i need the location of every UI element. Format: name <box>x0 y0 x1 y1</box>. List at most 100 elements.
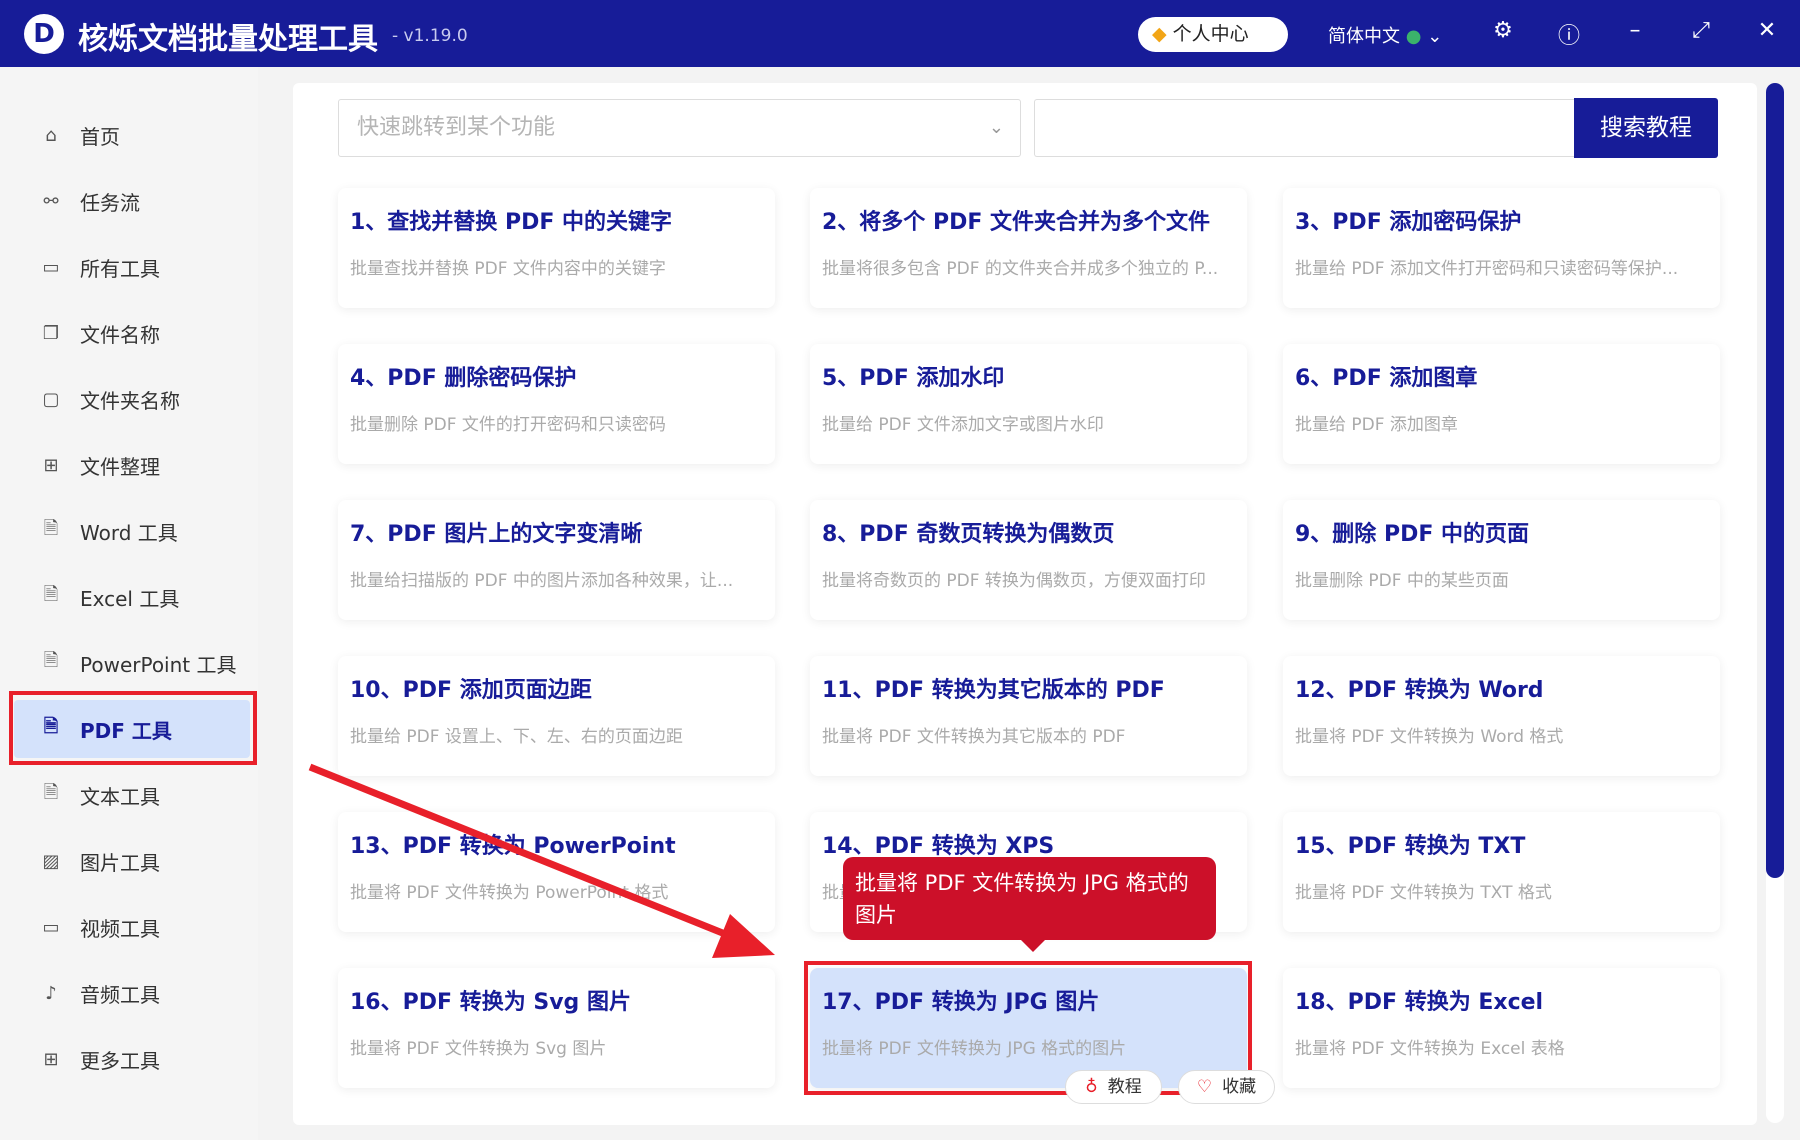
tutorial-button[interactable]: ♁教程 <box>1065 1070 1162 1104</box>
tool-card[interactable]: 6、PDF 添加图章批量给 PDF 添加图章 <box>1283 344 1720 464</box>
tool-card-title: 1、查找并替换 PDF 中的关键字 <box>350 204 763 236</box>
powerpoint-icon: 🗎 <box>38 648 64 678</box>
scrollbar[interactable] <box>1766 83 1784 1123</box>
heart-icon: ♡ <box>1197 1077 1212 1097</box>
minimize-icon[interactable]: – <box>1620 18 1650 43</box>
tool-card-title: 9、删除 PDF 中的页面 <box>1295 516 1708 548</box>
favorite-button[interactable]: ♡收藏 <box>1178 1070 1275 1104</box>
sidebar-item-11[interactable]: ▨图片工具 <box>14 832 250 890</box>
sidebar-item-label: 任务流 <box>80 187 140 216</box>
sidebar-item-7[interactable]: 🗎 Excel 工具 <box>14 568 250 626</box>
tool-card-title: 4、PDF 删除密码保护 <box>350 360 763 392</box>
tool-card[interactable]: 7、PDF 图片上的文字变清晰批量给扫描版的 PDF 中的图片添加各种效果，让.… <box>338 500 775 620</box>
tool-card-desc: 批量将 PDF 文件转换为其它版本的 PDF <box>822 722 1235 747</box>
tool-card[interactable]: 2、将多个 PDF 文件夹合并为多个文件批量将很多包含 PDF 的文件夹合并成多… <box>810 188 1247 308</box>
tool-card[interactable]: 18、PDF 转换为 Excel 批量将 PDF 文件转换为 Excel 表格 <box>1283 968 1720 1088</box>
vip-gem-icon: ◆ <box>1152 23 1167 45</box>
organize-icon: ⊞ <box>38 455 64 476</box>
language-label: 简体中文 <box>1328 26 1400 47</box>
tool-card-title: 7、PDF 图片上的文字变清晰 <box>350 516 763 548</box>
sidebar-item-4[interactable]: ▢ 文件夹名称 <box>14 370 250 428</box>
sidebar: ⌂首页⚯任务流▭所有工具❐文件名称▢文件夹名称⊞文件整理🗎Word 工具🗎Exc… <box>0 67 258 1140</box>
sidebar-item-label: 视频工具 <box>80 913 160 942</box>
close-icon[interactable]: ✕ <box>1752 18 1782 43</box>
settings-gear-icon[interactable]: ⚙ <box>1488 18 1518 43</box>
chevron-down-icon: ⌄ <box>989 100 1004 156</box>
tool-card-desc: 批量给 PDF 设置上、下、左、右的页面边距 <box>350 722 763 747</box>
tool-card[interactable]: 3、PDF 添加密码保护批量给 PDF 添加文件打开密码和只读密码等保护... <box>1283 188 1720 308</box>
tool-card[interactable]: 1、查找并替换 PDF 中的关键字批量查找并替换 PDF 文件内容中的关键字 <box>338 188 775 308</box>
sidebar-item-label: 文本工具 <box>80 781 160 810</box>
sidebar-item-13[interactable]: ♪音频工具 <box>14 964 250 1022</box>
tool-card-desc: 批量将 PDF 文件转换为 Excel 表格 <box>1295 1034 1708 1059</box>
search-tutorial-button[interactable]: 搜索教程 <box>1574 98 1718 158</box>
tool-card[interactable]: 15、PDF 转换为 TXT批量将 PDF 文件转换为 TXT 格式 <box>1283 812 1720 932</box>
globe-icon: ● <box>1406 26 1422 47</box>
annotation-highlight-box <box>9 691 257 765</box>
tutorial-search-input[interactable] <box>1034 99 1574 157</box>
tool-card[interactable]: 12、PDF 转换为 Word批量将 PDF 文件转换为 Word 格式 <box>1283 656 1720 776</box>
folder-icon: ▢ <box>38 389 64 410</box>
sidebar-item-label: Excel 工具 <box>80 583 179 612</box>
sidebar-item-label: 文件整理 <box>80 451 160 480</box>
user-center-button[interactable]: ◆个人中心 <box>1138 17 1288 52</box>
help-icon[interactable]: ⓘ <box>1554 18 1584 50</box>
sidebar-item-0[interactable]: ⌂首页 <box>14 106 250 164</box>
tool-card-desc: 批量将 PDF 文件转换为 PowerPoint 格式 <box>350 878 763 903</box>
tool-card-desc: 批量删除 PDF 中的某些页面 <box>1295 566 1708 591</box>
sidebar-item-6[interactable]: 🗎Word 工具 <box>14 502 250 560</box>
tool-card-title: 18、PDF 转换为 Excel <box>1295 984 1708 1016</box>
app-title: 核烁文档批量处理工具 <box>78 14 378 58</box>
tool-card-title: 8、PDF 奇数页转换为偶数页 <box>822 516 1235 548</box>
sidebar-item-1[interactable]: ⚯ 任务流 <box>14 172 250 230</box>
sidebar-item-label: 文件名称 <box>80 319 160 348</box>
chevron-down-icon: ⌄ <box>1427 26 1442 47</box>
tool-card[interactable]: 8、PDF 奇数页转换为偶数页批量将奇数页的 PDF 转换为偶数页，方便双面打印 <box>810 500 1247 620</box>
tool-card[interactable]: 9、删除 PDF 中的页面批量删除 PDF 中的某些页面 <box>1283 500 1720 620</box>
tool-card[interactable]: 5、PDF 添加水印批量给 PDF 文件添加文字或图片水印 <box>810 344 1247 464</box>
sidebar-item-label: 首页 <box>80 121 120 150</box>
tool-card[interactable]: 10、PDF 添加页面边距批量给 PDF 设置上、下、左、右的页面边距 <box>338 656 775 776</box>
monitor-icon: ▭ <box>38 257 64 278</box>
sidebar-item-label: 文件夹名称 <box>80 385 180 414</box>
sidebar-item-label: 音频工具 <box>80 979 160 1008</box>
tool-card-desc: 批量将 PDF 文件转换为 TXT 格式 <box>1295 878 1708 903</box>
tool-card-desc: 批量将 PDF 文件转换为 Svg 图片 <box>350 1034 763 1059</box>
maximize-icon[interactable]: ⤢ <box>1686 18 1716 43</box>
tooltip: 批量将 PDF 文件转换为 JPG 格式的图片 <box>843 857 1216 940</box>
app-logo: D <box>24 14 64 54</box>
tool-card-title: 3、PDF 添加密码保护 <box>1295 204 1708 236</box>
excel-icon: 🗎 <box>38 582 64 612</box>
sidebar-item-label: 图片工具 <box>80 847 160 876</box>
sidebar-item-label: PowerPoint 工具 <box>80 649 236 678</box>
dropdown-placeholder: 快速跳转到某个功能 <box>357 115 555 140</box>
language-selector[interactable]: 简体中文 ● ⌄ <box>1328 22 1442 48</box>
function-jump-dropdown[interactable]: 快速跳转到某个功能 ⌄ <box>338 99 1021 157</box>
sidebar-item-5[interactable]: ⊞ 文件整理 <box>14 436 250 494</box>
scrollbar-thumb[interactable] <box>1766 83 1784 878</box>
word-icon: 🗎 <box>38 516 64 546</box>
sidebar-item-2[interactable]: ▭所有工具 <box>14 238 250 296</box>
tool-card[interactable]: 13、PDF 转换为 PowerPoint批量将 PDF 文件转换为 Power… <box>338 812 775 932</box>
sidebar-item-14[interactable]: ⊞更多工具 <box>14 1030 250 1088</box>
sidebar-item-12[interactable]: ▭ 视频工具 <box>14 898 250 956</box>
tool-card-title: 14、PDF 转换为 XPS <box>822 828 1235 860</box>
tool-card-title: 5、PDF 添加水印 <box>822 360 1235 392</box>
tool-card-title: 6、PDF 添加图章 <box>1295 360 1708 392</box>
tool-card-desc: 批量将奇数页的 PDF 转换为偶数页，方便双面打印 <box>822 566 1235 591</box>
sidebar-item-10[interactable]: 🗎 文本工具 <box>14 766 250 824</box>
tool-card-title: 10、PDF 添加页面边距 <box>350 672 763 704</box>
sidebar-item-8[interactable]: 🗎 PowerPoint 工具 <box>14 634 250 692</box>
text-icon: 🗎 <box>38 780 64 810</box>
video-icon: ▭ <box>38 917 64 938</box>
tool-card-desc: 批量给 PDF 添加图章 <box>1295 410 1708 435</box>
sidebar-item-3[interactable]: ❐文件名称 <box>14 304 250 362</box>
tool-card[interactable]: 4、PDF 删除密码保护批量删除 PDF 文件的打开密码和只读密码 <box>338 344 775 464</box>
grid-icon: ⊞ <box>38 1049 64 1070</box>
tool-card-title: 2、将多个 PDF 文件夹合并为多个文件 <box>822 204 1235 236</box>
title-bar: D 核烁文档批量处理工具 - v1.19.0 ◆个人中心 简体中文 ● ⌄ ⚙ … <box>0 0 1800 67</box>
tool-card[interactable]: 11、PDF 转换为其它版本的 PDF批量将 PDF 文件转换为其它版本的 PD… <box>810 656 1247 776</box>
tool-card-title: 12、PDF 转换为 Word <box>1295 672 1708 704</box>
workflow-icon: ⚯ <box>38 191 64 212</box>
tool-card[interactable]: 16、PDF 转换为 Svg 图片批量将 PDF 文件转换为 Svg 图片 <box>338 968 775 1088</box>
